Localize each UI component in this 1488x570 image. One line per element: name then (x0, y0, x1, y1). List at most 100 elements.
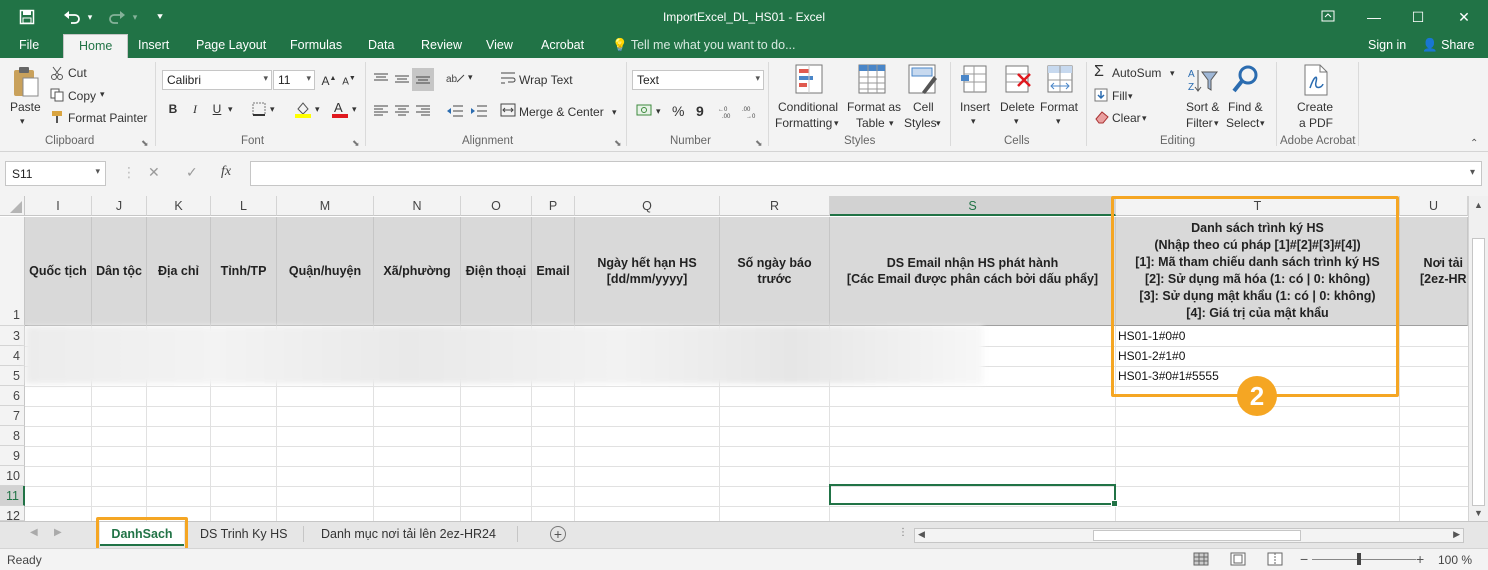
row-header-10[interactable]: 10 (0, 466, 25, 486)
cut-button[interactable]: Cut (68, 66, 87, 80)
share-button[interactable]: 👤 Share (1422, 38, 1474, 53)
column-header-n[interactable]: N (374, 196, 461, 216)
tab-review[interactable]: Review (421, 38, 462, 52)
page-break-view-icon[interactable] (1267, 552, 1283, 569)
column-header-s[interactable]: S (830, 196, 1116, 216)
column-header-i[interactable]: I (25, 196, 92, 216)
header-cell-dan-toc[interactable]: Dân tộc (92, 217, 147, 326)
row-header-11[interactable]: 11 (0, 486, 25, 506)
paste-icon[interactable] (12, 66, 40, 101)
sheet-tab-ds-trinh-ky-hs[interactable]: DS Trinh Ky HS (200, 522, 288, 546)
align-center-icon[interactable] (394, 104, 410, 121)
borders-dropdown-icon[interactable]: ▾ (270, 104, 275, 115)
bold-button[interactable]: B (164, 100, 182, 118)
row-header-9[interactable]: 9 (0, 446, 25, 466)
font-color-icon[interactable]: A (331, 100, 349, 121)
format-cells-button[interactable]: Format (1040, 100, 1078, 114)
wrap-text-button[interactable]: Wrap Text (519, 73, 573, 87)
tab-acrobat[interactable]: Acrobat (541, 38, 584, 52)
increase-indent-icon[interactable] (470, 104, 488, 121)
ribbon-display-icon[interactable] (1316, 6, 1340, 28)
comma-style-button[interactable]: 9 (696, 103, 704, 119)
spreadsheet-grid[interactable]: I J K L M N O P Q R S T U 1 3 4 5 6 7 8 … (0, 196, 1488, 523)
percent-button[interactable]: % (672, 103, 684, 119)
select-all-button[interactable] (0, 196, 25, 216)
currency-dropdown-icon[interactable]: ▾ (656, 106, 661, 117)
copy-dropdown-icon[interactable]: ▾ (100, 89, 105, 100)
find-dropdown-icon[interactable]: ▾ (1260, 118, 1265, 129)
sort-dropdown-icon[interactable]: ▾ (1214, 118, 1219, 129)
header-cell-dien-thoai[interactable]: Điện thoại (461, 217, 532, 326)
scroll-left-icon[interactable]: ◀ (918, 529, 925, 540)
column-header-m[interactable]: M (277, 196, 374, 216)
increase-decimal-icon[interactable]: ←0.00 (718, 104, 738, 121)
column-header-o[interactable]: O (461, 196, 532, 216)
zoom-in-icon[interactable]: + (1416, 551, 1424, 567)
font-color-dropdown-icon[interactable]: ▾ (352, 104, 357, 115)
middle-align-icon[interactable] (394, 72, 410, 89)
currency-icon[interactable] (636, 102, 654, 121)
sheet-tab-danh-muc-noi-tai[interactable]: Danh mục nơi tải lên 2ez-HR24 (321, 522, 496, 546)
format-dropdown-icon[interactable]: ▾ (1056, 116, 1061, 127)
header-cell-xa-phuong[interactable]: Xã/phường (374, 217, 461, 326)
formula-input[interactable]: ▾ (250, 161, 1482, 186)
sort-filter-label-2[interactable]: Filter (1186, 116, 1213, 130)
header-cell-so-ngay-bao-truoc[interactable]: Số ngày báo trước (720, 217, 830, 326)
tab-home[interactable]: Home (63, 34, 129, 58)
cell-styles-label-1[interactable]: Cell (913, 100, 934, 114)
underline-button[interactable]: U (208, 100, 226, 118)
insert-cells-button[interactable]: Insert (960, 100, 990, 114)
paste-dropdown-icon[interactable]: ▾ (20, 116, 25, 127)
active-cell-s11[interactable] (829, 484, 1118, 507)
next-sheet-icon[interactable]: ▶ (54, 527, 62, 538)
tab-formulas[interactable]: Formulas (290, 38, 342, 52)
cancel-formula-icon[interactable]: ✕ (148, 164, 160, 181)
fill-button[interactable]: Fill (1112, 89, 1127, 103)
paste-button[interactable]: Paste (10, 100, 41, 114)
clipboard-launcher-icon[interactable]: ⬊ (141, 138, 149, 149)
scroll-up-icon[interactable]: ▲ (1474, 200, 1483, 210)
row-header-3[interactable]: 3 (0, 326, 25, 346)
create-pdf-label-2[interactable]: a PDF (1299, 116, 1333, 130)
orientation-icon[interactable]: ab (446, 70, 466, 89)
fill-color-icon[interactable] (294, 100, 312, 121)
header-cell-quoc-tich[interactable]: Quốc tịch (25, 217, 92, 326)
header-cell-dia-chi[interactable]: Địa chỉ (147, 217, 211, 326)
borders-icon[interactable] (252, 102, 266, 119)
delete-dropdown-icon[interactable]: ▾ (1014, 116, 1019, 127)
tab-view[interactable]: View (486, 38, 513, 52)
italic-button[interactable]: I (186, 100, 204, 118)
column-header-k[interactable]: K (147, 196, 211, 216)
header-cell-quan-huyen[interactable]: Quận/huyện (277, 217, 374, 326)
autosum-dropdown-icon[interactable]: ▾ (1170, 68, 1175, 79)
name-box[interactable]: S11 ▾ (5, 161, 106, 186)
header-cell-tinh-tp[interactable]: Tỉnh/TP (211, 217, 277, 326)
clear-dropdown-icon[interactable]: ▾ (1142, 113, 1147, 124)
conditional-formatting-label-2[interactable]: Formatting (775, 116, 832, 130)
alignment-launcher-icon[interactable]: ⬊ (614, 138, 622, 149)
merge-dropdown-icon[interactable]: ▾ (612, 107, 617, 118)
add-sheet-icon[interactable]: + (550, 526, 566, 542)
tab-data[interactable]: Data (368, 38, 394, 52)
bottom-align-icon[interactable] (412, 68, 434, 91)
font-size-select[interactable]: 11 ▾ (273, 70, 315, 90)
conditional-dropdown-icon[interactable]: ▾ (834, 118, 839, 129)
number-launcher-icon[interactable]: ⬊ (755, 138, 763, 149)
top-align-icon[interactable] (373, 72, 389, 89)
decrease-decimal-icon[interactable]: .00 →0 (742, 104, 762, 121)
format-as-table-label-2[interactable]: Table (856, 116, 885, 130)
orientation-dropdown-icon[interactable]: ▾ (468, 72, 473, 83)
expand-formula-bar-icon[interactable]: ▾ (1470, 167, 1475, 178)
close-icon[interactable]: ✕ (1452, 6, 1476, 28)
sign-in-link[interactable]: Sign in (1368, 38, 1406, 52)
tab-page-layout[interactable]: Page Layout (196, 38, 266, 52)
align-left-icon[interactable] (373, 104, 389, 121)
column-header-r[interactable]: R (720, 196, 830, 216)
page-layout-view-icon[interactable] (1230, 552, 1246, 569)
column-header-p[interactable]: P (532, 196, 575, 216)
tab-insert[interactable]: Insert (138, 38, 169, 52)
find-select-label-2[interactable]: Select (1226, 116, 1259, 130)
format-painter-button[interactable]: Format Painter (68, 111, 147, 125)
fill-color-dropdown-icon[interactable]: ▾ (315, 104, 320, 115)
row-header-6[interactable]: 6 (0, 386, 25, 406)
